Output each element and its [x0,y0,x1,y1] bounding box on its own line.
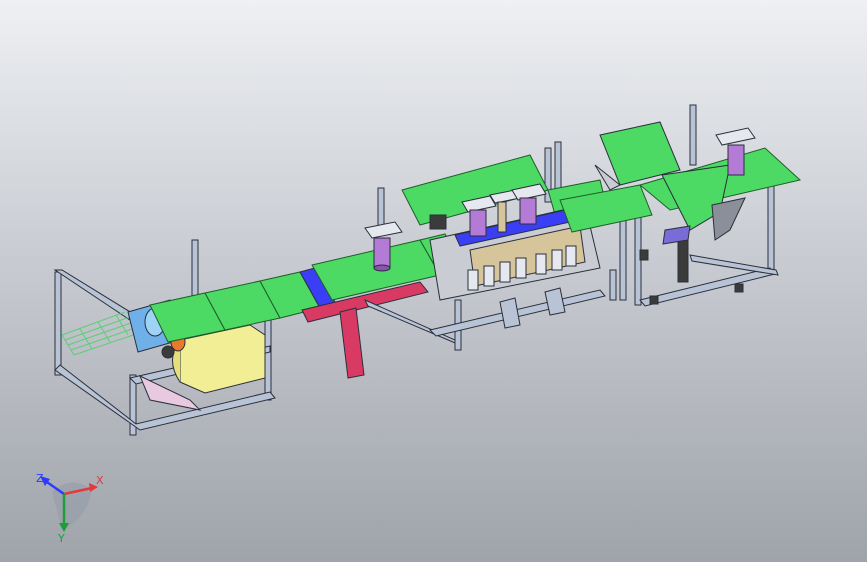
orientation-triad: Z X Y [36,472,104,545]
cad-viewport[interactable]: Z X Y [0,0,867,562]
x-axis-label: X [96,474,104,487]
y-axis-arrow [59,523,69,532]
machine-assembly-model[interactable]: Z X Y [0,0,867,562]
y-axis-label: Y [57,532,65,545]
z-axis-label: Z [36,472,44,485]
